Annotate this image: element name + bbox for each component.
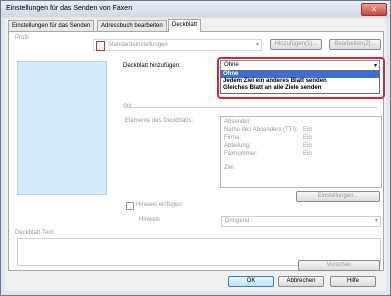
cover-add-dropdown: Ohne Jedem Ziel ein anderes Blatt senden…	[220, 70, 380, 94]
chevron-down-icon: ▾	[255, 42, 259, 48]
cover-add-selected: Ohne	[224, 62, 239, 68]
cover-preview-area	[17, 61, 107, 195]
tab-send-settings[interactable]: Einstellungen für das Senden	[8, 20, 95, 31]
title-bar: Einstellungen für das Senden von Faxen ✕	[1, 1, 390, 17]
cancel-button[interactable]: Abbrechen	[278, 276, 324, 287]
cover-text-label: Deckblatt-Text:	[15, 230, 55, 236]
tab-edit-addressbook[interactable]: Adressbuch bearbeiten	[97, 20, 167, 31]
list-item: Absender	[224, 119, 250, 125]
elements-label: Elemente des Deckblatts:	[125, 118, 194, 124]
close-button[interactable]: ✕	[361, 3, 387, 16]
chevron-down-icon: ▾	[373, 63, 377, 69]
insert-notice-checkbox[interactable]	[126, 202, 134, 210]
notice-label: Hinweis	[139, 217, 161, 223]
dropdown-option[interactable]: Ohne	[221, 71, 379, 78]
chevron-down-icon: ▾	[374, 218, 378, 224]
profile-select[interactable]: Standardeinstellungen ▾	[93, 39, 262, 51]
list-item-state: Ein	[303, 143, 312, 149]
elements-list[interactable]: Absender Name des Absenders (TTI): Ein F…	[220, 116, 382, 188]
list-item: Name des Absenders (TTI):	[224, 127, 298, 133]
cover-settings-button[interactable]: Einstellungen...	[296, 191, 380, 202]
preview-button[interactable]: Vorschau	[298, 260, 380, 271]
profile-label: Profil	[15, 35, 29, 41]
list-item-state: Ein	[303, 151, 312, 157]
list-item: Abteilung:	[224, 143, 251, 149]
list-item: Faxnummer:	[224, 151, 258, 157]
list-item: Firma:	[224, 135, 241, 141]
profile-value: Standardeinstellungen	[108, 42, 168, 48]
profile-document-icon	[96, 41, 105, 51]
list-item-state: Ein	[303, 127, 312, 133]
profile-add-button[interactable]: Hinzufügen(1)...	[270, 39, 322, 50]
dialog-body: Einstellungen für das Senden Adressbuch …	[5, 19, 386, 291]
ok-button[interactable]: OK	[228, 276, 274, 287]
style-divider	[130, 107, 377, 108]
window-title: Einstellungen für das Senden von Faxen	[6, 5, 133, 12]
dropdown-option[interactable]: Jedem Ziel ein anderes Blatt senden	[221, 78, 379, 85]
notice-value: Dringend	[225, 218, 250, 224]
cover-sheet-panel: Profil Standardeinstellungen ▾ Hinzufüge…	[8, 31, 385, 271]
cover-add-label: Deckblatt hinzufügen:	[123, 63, 181, 69]
notice-select[interactable]: Dringend ▾	[221, 216, 381, 227]
help-button[interactable]: Hilfe	[330, 276, 376, 287]
profile-edit-button[interactable]: Bearbeiten(2)...	[329, 39, 381, 50]
insert-notice-label: Hinweis einfügen	[136, 202, 182, 208]
list-item: Ziel	[224, 165, 234, 171]
list-item-state: Ein	[303, 135, 312, 141]
dropdown-option[interactable]: Gleiches Blatt an alle Ziele senden	[221, 85, 379, 92]
dialog-window: Einstellungen für das Senden von Faxen ✕…	[0, 0, 391, 296]
tab-cover-sheet[interactable]: Deckblatt	[168, 19, 202, 32]
